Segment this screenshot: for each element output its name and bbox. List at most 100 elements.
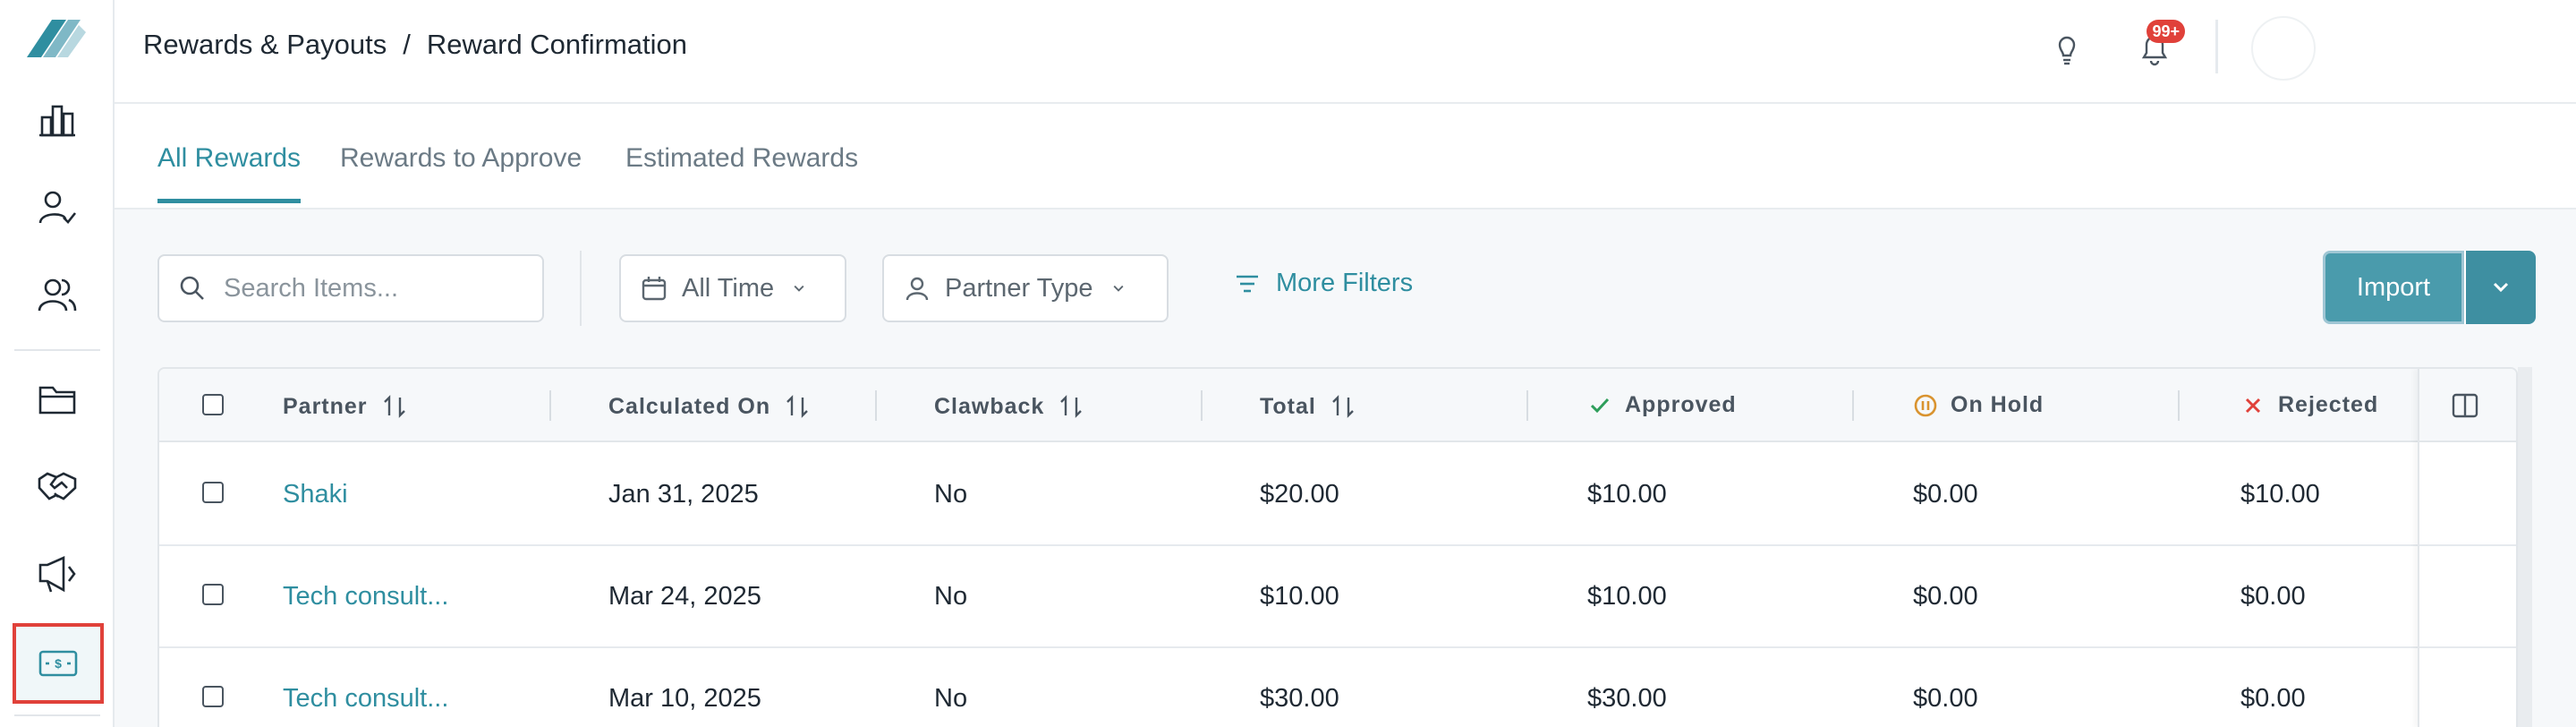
time-filter-label: All Time [682,273,775,303]
row-checkbox[interactable] [202,584,224,605]
approved-cell: $10.00 [1587,582,1667,611]
rejected-cell: $0.00 [2240,684,2306,713]
analytics-icon [39,105,75,137]
nav-analytics[interactable] [14,82,100,158]
sort-icon[interactable] [1329,392,1357,421]
partner-type-dropdown[interactable]: Partner Type [882,254,1169,322]
time-filter-dropdown[interactable]: All Time [619,254,846,322]
chevron-down-icon [1113,285,1123,292]
megaphone-icon [38,555,76,593]
approved-cell: $10.00 [1587,480,1667,509]
partner-link[interactable]: Shaki [283,480,348,509]
calculated-on-cell: Mar 10, 2025 [608,684,761,713]
table-row: Tech consult... Mar 24, 2025 No $10.00 $… [159,546,2516,648]
breadcrumb-parent[interactable]: Rewards & Payouts [143,29,387,61]
rewards-icon: $ [38,650,78,677]
nav-deals[interactable] [14,449,100,525]
total-cell: $30.00 [1260,684,1339,713]
more-filters-button[interactable]: More Filters [1233,269,1413,298]
rejected-cell: $0.00 [2240,582,2306,611]
column-separator[interactable] [1526,390,1528,421]
clawback-cell: No [934,480,968,509]
notifications-button[interactable]: 99+ [2130,20,2185,73]
column-header-label: Total [1260,393,1316,419]
tab-estimated-rewards[interactable]: Estimated Rewards [625,143,858,199]
app-logo[interactable] [21,13,89,63]
select-all-checkbox[interactable] [202,394,224,415]
column-separator[interactable] [549,390,551,421]
svg-text:$: $ [55,656,62,671]
row-checkbox[interactable] [202,482,224,503]
filter-icon [1237,275,1258,292]
table-scrollbar[interactable] [2518,367,2532,727]
column-separator[interactable] [2178,390,2180,421]
column-header-on-hold[interactable]: On Hold [1913,392,2044,418]
chevron-down-icon [2493,282,2509,293]
partner-link[interactable]: Tech consult... [283,684,448,714]
column-header-calculated-on[interactable]: Calculated On [608,392,812,421]
column-header-clawback[interactable]: Clawback [934,392,1085,421]
calendar-icon [642,277,667,301]
import-button[interactable]: Import [2323,251,2464,324]
nav-rewards[interactable]: $ [13,623,104,704]
tab-rewards-to-approve[interactable]: Rewards to Approve [340,143,582,199]
nav-partners[interactable] [14,258,100,333]
total-cell: $20.00 [1260,480,1339,509]
tab-all-rewards[interactable]: All Rewards [157,143,302,203]
nav-folders[interactable] [14,362,100,437]
notification-badge: 99+ [2147,20,2185,43]
clawback-cell: No [934,684,968,713]
nav-partner-approvals[interactable] [14,170,100,245]
user-avatar[interactable] [2251,16,2316,81]
column-header-label: Partner [283,393,368,419]
more-filters-label: More Filters [1276,269,1414,297]
sidebar-divider [14,349,100,351]
breadcrumb-current: Reward Confirmation [426,29,688,60]
table-row: Tech consult... Mar 10, 2025 No $30.00 $… [159,648,2516,727]
search-icon [180,276,204,300]
on-hold-cell: $0.00 [1913,582,1978,611]
column-header-label: Approved [1625,392,1737,417]
column-separator[interactable] [1852,390,1854,421]
lightbulb-icon [2058,36,2076,65]
column-separator[interactable] [875,390,877,421]
actions-column [2418,369,2516,727]
column-header-label: Rejected [2278,392,2379,417]
calculated-on-cell: Mar 24, 2025 [608,582,761,611]
calculated-on-cell: Jan 31, 2025 [608,480,759,509]
import-options-button[interactable] [2464,251,2536,324]
partner-type-label: Partner Type [945,273,1093,303]
tab-bar: All Rewards Rewards to Approve Estimated… [115,104,2576,210]
search-input[interactable] [224,273,510,304]
column-header-total[interactable]: Total [1260,392,1357,421]
rewards-table: Partner Calculated On Clawback Total App… [157,367,2518,727]
column-header-label: Calculated On [608,393,771,419]
sort-icon[interactable] [783,392,812,421]
rejected-cell: $10.00 [2240,480,2320,509]
column-header-rejected[interactable]: Rejected [2240,392,2378,418]
column-header-label: Clawback [934,393,1045,419]
nav-campaigns[interactable] [14,537,100,612]
row-checkbox[interactable] [202,686,224,707]
sidebar-divider-bottom [14,714,100,716]
on-hold-cell: $0.00 [1913,684,1978,713]
partner-link[interactable]: Tech consult... [283,582,448,612]
approved-cell: $30.00 [1587,684,1667,713]
pause-circle-icon [1914,394,1937,416]
column-header-label: On Hold [1951,392,2045,417]
import-button-group: Import [2323,251,2536,324]
column-header-partner[interactable]: Partner [283,392,409,421]
columns-toggle-icon[interactable] [2450,390,2480,421]
sidebar: $ [0,0,115,727]
breadcrumb-separator: / [403,29,411,60]
clawback-cell: No [934,582,968,611]
toolbar-divider [580,251,582,326]
search-box[interactable] [157,254,544,322]
sort-icon[interactable] [1057,392,1085,421]
column-header-approved[interactable]: Approved [1587,392,1737,418]
sort-icon[interactable] [380,392,409,421]
total-cell: $10.00 [1260,582,1339,611]
handshake-icon [38,472,77,500]
column-separator[interactable] [1201,390,1203,421]
tips-button[interactable] [2042,23,2092,73]
